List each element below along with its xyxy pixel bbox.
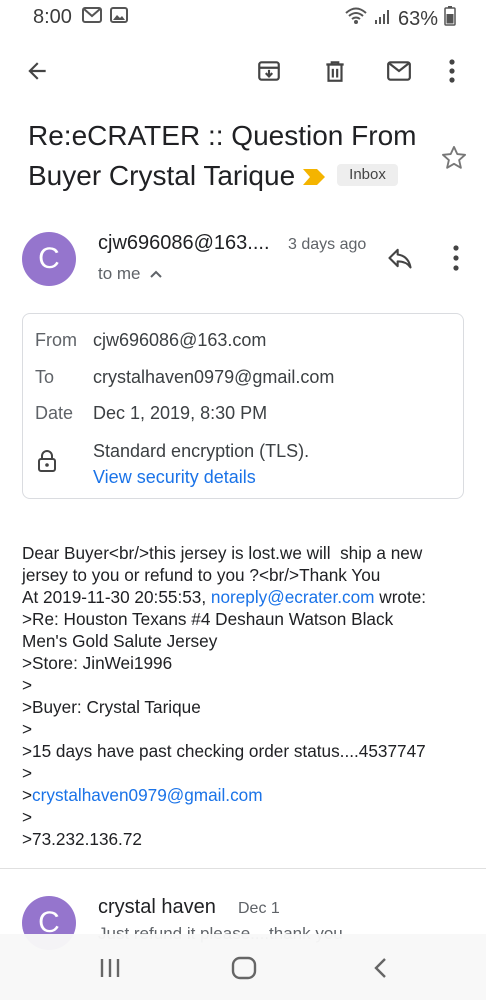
body-line: >	[22, 719, 33, 739]
to-value: crystalhaven0979@gmail.com	[93, 367, 335, 387]
recipient-toggle[interactable]: to me	[98, 264, 163, 284]
toolbar	[0, 44, 486, 96]
reply-icon[interactable]	[386, 244, 414, 272]
date-label: Date	[35, 403, 74, 423]
recipient-label: to me	[98, 264, 141, 283]
mark-unread-icon[interactable]	[384, 56, 414, 86]
body-line: >crystalhaven0979@gmail.com	[22, 785, 263, 805]
system-nav-bar	[0, 934, 486, 1000]
lock-icon	[37, 450, 57, 472]
from-label: From	[35, 330, 77, 350]
body-line: Men's Gold Salute Jersey	[22, 631, 218, 651]
body-line: jersey to you or refund to you ?<br/>Tha…	[22, 565, 381, 585]
noreply-email-link[interactable]: noreply@ecrater.com	[211, 587, 375, 607]
sent-time: 3 days ago	[288, 236, 367, 253]
next-message-date: Dec 1	[238, 900, 280, 917]
status-bar: 8:00 63%	[0, 0, 486, 34]
next-sender-name[interactable]: crystal haven	[98, 896, 216, 919]
encryption-text: Standard encryption (TLS).	[93, 441, 310, 461]
message-details-card: From cjw696086@163.com To crystalhaven09…	[22, 313, 464, 499]
body-line: >15 days have past checking order status…	[22, 741, 426, 761]
battery-icon	[444, 6, 456, 32]
mail-notification-icon	[82, 7, 102, 28]
important-marker-icon[interactable]	[301, 158, 327, 198]
chevron-up-icon	[149, 264, 163, 284]
from-value: cjw696086@163.com	[93, 330, 267, 350]
body-line: At 2019-11-30 20:55:53, noreply@ecrater.…	[22, 587, 427, 607]
body-line: >	[22, 763, 33, 783]
inbox-label-chip[interactable]: Inbox	[337, 163, 398, 186]
back-arrow-icon[interactable]	[22, 56, 52, 86]
message-more-icon[interactable]	[446, 244, 466, 272]
signal-icon	[374, 7, 392, 31]
sender-name: cjw696086@163....	[98, 232, 270, 254]
body-line: Dear Buyer<br/>this jersey is lost.we wi…	[22, 543, 423, 563]
view-security-details-link[interactable]: View security details	[93, 464, 309, 490]
status-time: 8:00	[33, 6, 72, 28]
home-icon[interactable]	[230, 954, 258, 982]
back-icon[interactable]	[366, 954, 394, 982]
message-divider	[0, 868, 486, 869]
body-line: >	[22, 807, 33, 827]
date-value: Dec 1, 2019, 8:30 PM	[93, 403, 268, 423]
avatar[interactable]: C	[22, 232, 76, 286]
archive-icon[interactable]	[254, 56, 284, 86]
body-line: >73.232.136.72	[22, 829, 142, 849]
body-line: >Store: JinWei1996	[22, 653, 173, 673]
more-vert-icon[interactable]	[442, 56, 462, 86]
email-subject: Re:eCRATER :: Question From Buyer Crysta…	[28, 116, 438, 198]
message-body: Dear Buyer<br/>this jersey is lost.we wi…	[22, 542, 472, 850]
buyer-email-link[interactable]: crystalhaven0979@gmail.com	[32, 785, 263, 805]
battery-percent: 63%	[397, 7, 438, 30]
body-line: >Buyer: Crystal Tarique	[22, 697, 201, 717]
delete-icon[interactable]	[320, 56, 350, 86]
wifi-icon	[344, 6, 368, 32]
body-line: >Re: Houston Texans #4 Deshaun Watson Bl…	[22, 609, 394, 629]
image-notification-icon	[110, 7, 128, 28]
body-line: >	[22, 675, 33, 695]
to-label: To	[35, 367, 55, 387]
star-icon[interactable]	[440, 144, 468, 172]
recents-icon[interactable]	[96, 954, 124, 982]
